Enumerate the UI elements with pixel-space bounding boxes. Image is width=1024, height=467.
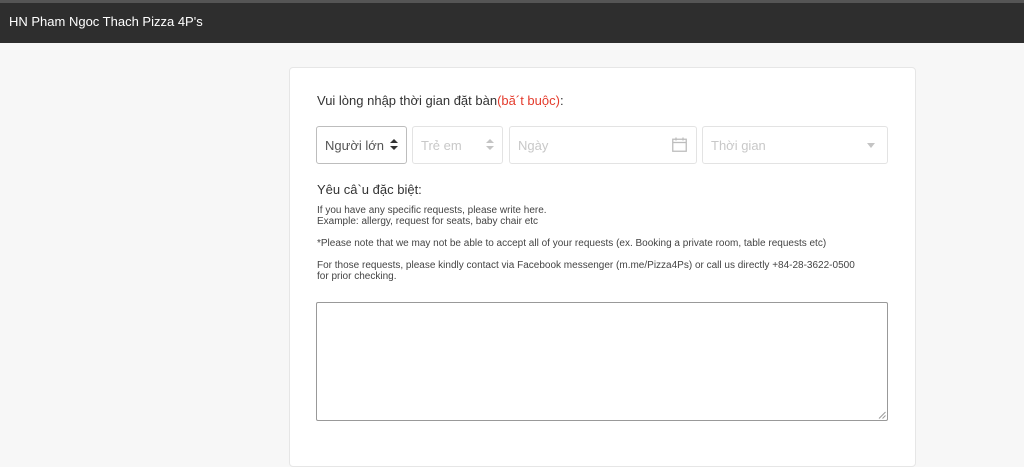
- reservation-card: Vui lòng nhập thời gian đặt bàn(bă´t buộ…: [289, 67, 916, 467]
- reservation-prompt: Vui lòng nhập thời gian đặt bàn(bă´t buộ…: [317, 93, 564, 108]
- chevron-down-icon: [867, 143, 875, 148]
- stepper-arrows-icon: [390, 137, 398, 153]
- top-bar: HN Pham Ngoc Thach Pizza 4P's: [0, 0, 1024, 43]
- note-line: for prior checking.: [317, 271, 397, 282]
- restaurant-name: HN Pham Ngoc Thach Pizza 4P's: [9, 14, 203, 29]
- resize-grip-icon[interactable]: [878, 411, 886, 419]
- date-placeholder: Ngày: [518, 138, 549, 153]
- time-select[interactable]: Thời gian: [702, 126, 888, 164]
- prompt-text: Vui lòng nhập thời gian đặt bàn: [317, 93, 498, 108]
- children-label: Trẻ em: [421, 138, 462, 153]
- calendar-icon[interactable]: [672, 137, 687, 152]
- note-line: Example: allergy, request for seats, bab…: [317, 216, 539, 227]
- adults-label: Người lớn: [325, 138, 384, 153]
- children-select[interactable]: Trẻ em: [412, 126, 503, 164]
- required-note: (bă´t buộc): [497, 93, 560, 108]
- special-requests-textarea[interactable]: [316, 302, 888, 421]
- prompt-colon: :: [559, 93, 564, 108]
- note-line: For those requests, please kindly contac…: [317, 260, 855, 271]
- stepper-arrows-icon: [486, 137, 494, 153]
- special-requests-label: Yêu câ`u đặc biệt:: [317, 182, 422, 197]
- adults-select[interactable]: Người lớn: [316, 126, 407, 164]
- note-line: *Please note that we may not be able to …: [317, 238, 827, 249]
- time-placeholder: Thời gian: [711, 138, 766, 153]
- date-input[interactable]: Ngày: [509, 126, 697, 164]
